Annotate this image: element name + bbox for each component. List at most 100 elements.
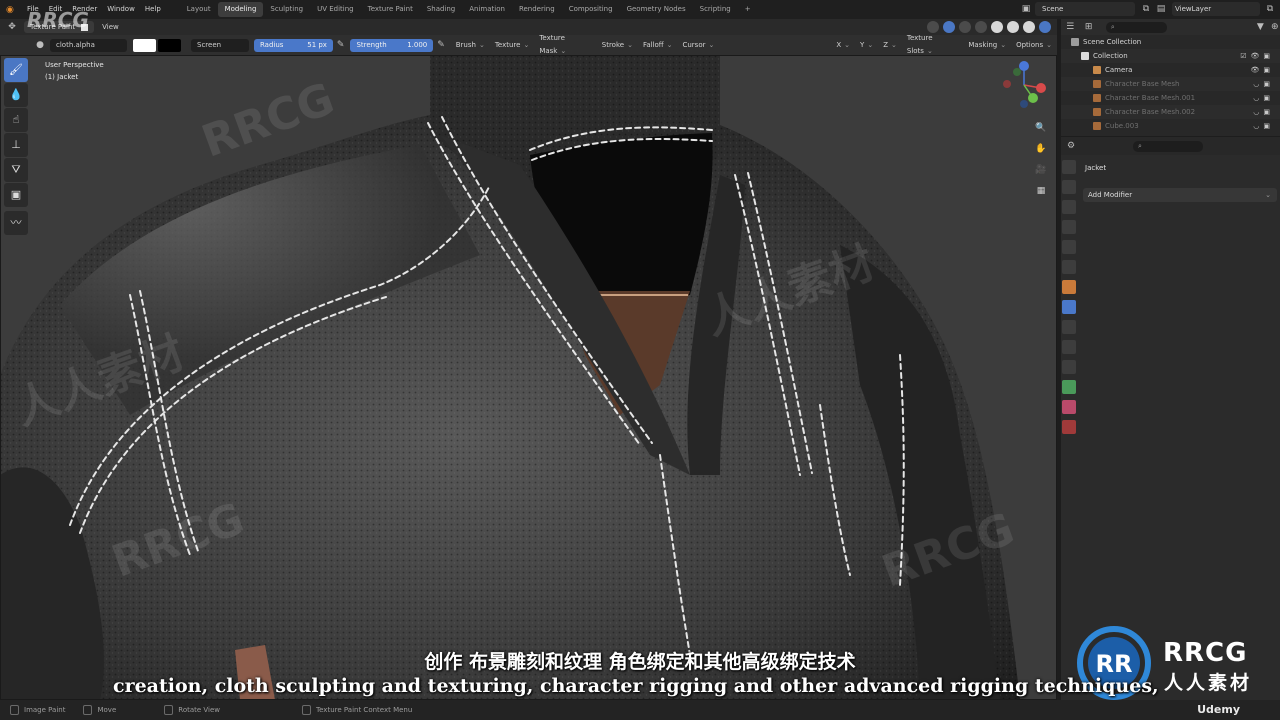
outliner-editor-icon[interactable]: ☰ xyxy=(1065,21,1075,33)
tab-shading[interactable]: Shading xyxy=(420,2,462,17)
view-menu[interactable]: View xyxy=(102,23,119,31)
cursor-menu[interactable]: Cursor xyxy=(677,39,719,52)
solid-shading-icon[interactable] xyxy=(1007,21,1019,33)
blend-mode-dropdown[interactable]: Screen xyxy=(191,38,249,52)
properties-editor-icon[interactable]: ⚙ xyxy=(1065,140,1077,152)
tab-scripting[interactable]: Scripting xyxy=(693,2,738,17)
pan-hand-icon[interactable]: ✋ xyxy=(1033,141,1049,157)
visibility-toggles[interactable]: ◡▣ xyxy=(1253,119,1274,133)
physics-tab-icon[interactable] xyxy=(1062,340,1076,354)
object-tab-icon[interactable] xyxy=(1062,280,1076,294)
properties-tabs xyxy=(1061,157,1077,440)
symmetry-z-toggle[interactable]: Z xyxy=(878,39,902,52)
viewport-info: User Perspective (1) Jacket xyxy=(45,59,104,83)
stroke-menu[interactable]: Stroke xyxy=(597,39,638,52)
ortho-grid-icon[interactable]: ▦ xyxy=(1033,183,1049,199)
scene-delete-icon[interactable]: ⧉ xyxy=(1140,3,1152,15)
add-workspace-button[interactable]: + xyxy=(738,2,758,17)
tab-texture-paint[interactable]: Texture Paint xyxy=(361,2,420,17)
add-modifier-button[interactable]: Add Modifier xyxy=(1083,188,1277,202)
radius-pressure-icon[interactable]: ✎ xyxy=(335,39,346,51)
draw-brush-icon[interactable]: 🖌 xyxy=(4,58,28,82)
output-tab-icon[interactable] xyxy=(1062,200,1076,214)
wireframe-shading-icon[interactable] xyxy=(991,21,1003,33)
material-shading-icon[interactable] xyxy=(1023,21,1035,33)
tab-geometry-nodes[interactable]: Geometry Nodes xyxy=(620,2,693,17)
view-layer-selector[interactable]: ViewLayer xyxy=(1172,2,1260,16)
outliner-search[interactable]: ⌕ xyxy=(1105,21,1168,33)
zoom-icon[interactable]: 🔍 xyxy=(1033,120,1049,136)
mask-brush-icon[interactable]: ▣ xyxy=(4,183,28,207)
status-image-paint: Image Paint xyxy=(10,705,65,715)
radius-slider[interactable]: Radius 51 px xyxy=(253,38,333,52)
smear-brush-icon[interactable]: ☝ xyxy=(4,108,28,132)
mesh-icon xyxy=(1093,122,1101,130)
filter-icon[interactable]: ▼ xyxy=(1255,21,1265,33)
view-layer-new-icon[interactable]: ⧉ xyxy=(1264,3,1276,15)
scene-icon[interactable]: ▣ xyxy=(1020,3,1032,15)
tab-modeling[interactable]: Modeling xyxy=(217,2,264,17)
tab-layout[interactable]: Layout xyxy=(180,2,218,17)
view-layer-tab-icon[interactable] xyxy=(1062,220,1076,234)
view-layer-icon[interactable]: ▤ xyxy=(1155,3,1167,15)
options-menu[interactable]: Options xyxy=(1011,39,1057,52)
outliner-row-cube-003[interactable]: Cube.003 ◡▣ xyxy=(1061,119,1280,133)
menu-window[interactable]: Window xyxy=(102,0,140,19)
scene-selector[interactable]: Scene xyxy=(1035,2,1135,16)
tab-rendering[interactable]: Rendering xyxy=(512,2,562,17)
annotate-icon[interactable]: 〰 xyxy=(4,211,28,235)
xray-toggle-icon[interactable] xyxy=(975,21,987,33)
material-tab-icon[interactable] xyxy=(1062,400,1076,414)
particles-tab-icon[interactable] xyxy=(1062,320,1076,334)
scene-tab-icon[interactable] xyxy=(1062,240,1076,254)
tool-tab-icon[interactable] xyxy=(1062,160,1076,174)
constraints-tab-icon[interactable] xyxy=(1062,360,1076,374)
view-perspective-label: User Perspective xyxy=(45,61,104,69)
symmetry-y-toggle[interactable]: Y xyxy=(855,39,878,52)
world-tab-icon[interactable] xyxy=(1062,260,1076,274)
visibility-toggles[interactable]: 👁▣ xyxy=(1250,63,1274,77)
masking-menu[interactable]: Masking xyxy=(963,39,1011,52)
editor-type-icon[interactable]: ✥ xyxy=(6,21,18,33)
rendered-shading-icon[interactable] xyxy=(1039,21,1051,33)
brush-texture-field[interactable]: cloth.alpha xyxy=(50,38,128,52)
menu-help[interactable]: Help xyxy=(140,0,166,19)
texture-menu[interactable]: Texture xyxy=(490,39,535,52)
new-collection-icon[interactable]: ⊕ xyxy=(1270,21,1280,33)
tab-sculpting[interactable]: Sculpting xyxy=(263,2,310,17)
strength-pressure-icon[interactable]: ✎ xyxy=(435,39,446,51)
render-tab-icon[interactable] xyxy=(1062,180,1076,194)
outliner-row-scene-collection[interactable]: Scene Collection xyxy=(1061,35,1280,49)
blender-logo-icon[interactable]: ◉ xyxy=(6,4,22,16)
properties-search[interactable]: ⌕ xyxy=(1133,140,1203,152)
data-tab-icon[interactable] xyxy=(1062,380,1076,394)
soften-brush-icon[interactable]: 💧 xyxy=(4,83,28,107)
visibility-toggles[interactable]: ☑👁▣ xyxy=(1240,49,1274,63)
tab-uv-editing[interactable]: UV Editing xyxy=(310,2,361,17)
visibility-toggles[interactable]: ◡▣ xyxy=(1253,77,1274,91)
outliner-row-collection[interactable]: Collection ☑👁▣ xyxy=(1061,49,1280,63)
tab-compositing[interactable]: Compositing xyxy=(562,2,620,17)
navigation-gizmo[interactable] xyxy=(997,58,1051,112)
secondary-color-swatch[interactable] xyxy=(158,38,182,52)
falloff-menu[interactable]: Falloff xyxy=(638,39,678,52)
symmetry-x-toggle[interactable]: X xyxy=(831,39,855,52)
texture-tab-icon[interactable] xyxy=(1062,420,1076,434)
modifier-tab-icon[interactable] xyxy=(1062,300,1076,314)
visibility-toggles[interactable]: ◡▣ xyxy=(1253,91,1274,105)
3d-viewport[interactable]: User Perspective (1) Jacket RRCG 人人素材 RR… xyxy=(0,55,1057,700)
visibility-toggles[interactable]: ◡▣ xyxy=(1253,105,1274,119)
tab-animation[interactable]: Animation xyxy=(462,2,512,17)
outliner-row-camera[interactable]: Camera 👁▣ xyxy=(1061,63,1280,77)
display-mode-icon[interactable]: ⊞ xyxy=(1083,21,1093,33)
outliner-row-character-base-mesh-002[interactable]: Character Base Mesh.002 ◡▣ xyxy=(1061,105,1280,119)
strength-slider[interactable]: Strength 1.000 xyxy=(350,38,434,52)
brush-menu[interactable]: Brush xyxy=(451,39,490,52)
outliner-row-character-base-mesh[interactable]: Character Base Mesh ◡▣ xyxy=(1061,77,1280,91)
primary-color-swatch[interactable] xyxy=(133,38,157,52)
fill-brush-icon[interactable]: ⛛ xyxy=(4,158,28,182)
mouse-middle-icon xyxy=(164,705,174,715)
outliner-row-character-base-mesh-001[interactable]: Character Base Mesh.001 ◡▣ xyxy=(1061,91,1280,105)
clone-brush-icon[interactable]: ⊥ xyxy=(4,133,28,157)
camera-view-icon[interactable]: 🎥 xyxy=(1033,162,1049,178)
